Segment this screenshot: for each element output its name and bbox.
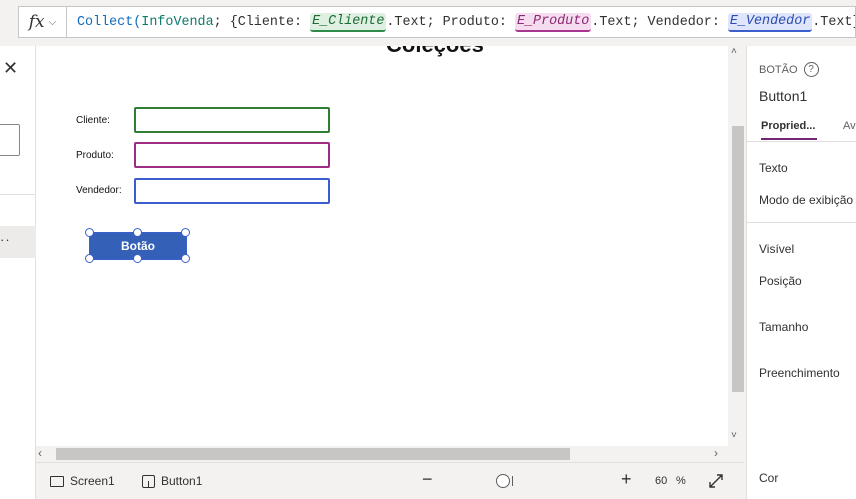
divider [0,194,36,195]
label-produto[interactable]: Produto: [76,150,114,161]
resize-handle-se[interactable] [181,254,190,263]
formula-token-text: .Text}) [812,14,855,30]
formula-token-text: .Text; Produto: [386,14,515,30]
formula-token-function: Collect( [77,14,142,30]
divider [747,222,856,223]
horizontal-scroll-thumb[interactable] [56,448,570,460]
tree-search-input[interactable] [0,124,20,156]
input-e-produto[interactable] [134,142,330,168]
formula-token-text: .Text; Vendedor: [591,14,728,30]
tab-advanced[interactable]: Ava [843,120,856,132]
scroll-down-icon[interactable]: ˅ [731,430,737,441]
zoom-value[interactable]: 60 [655,475,667,487]
formula-token-control-produto: E_Produto [514,12,592,32]
breadcrumb-screen-label: Screen1 [70,474,115,488]
divider [747,141,856,142]
resize-handle-nw[interactable] [85,228,94,237]
vertical-scroll-thumb[interactable] [732,126,744,392]
input-e-cliente[interactable] [134,107,330,133]
chevron-down-icon: ⌵ [48,16,57,28]
formula-token-text: ; {Cliente: [213,14,311,30]
label-cliente[interactable]: Cliente: [76,115,110,126]
scroll-right-icon[interactable]: › [714,446,718,460]
resize-handle-s[interactable] [133,254,142,263]
zoom-slider-tick [512,476,513,486]
control-name[interactable]: Button1 [759,88,807,104]
button-control-icon [142,474,155,488]
property-posicao: Posição [759,274,802,288]
breadcrumb-control-label: Button1 [161,474,203,488]
properties-panel: BOTÃO ? Button1 Propried... Ava Texto Mo… [746,46,856,499]
more-icon[interactable]: ·· [0,232,11,247]
zoom-in-icon[interactable]: + [621,469,632,490]
breadcrumb-screen[interactable]: Screen1 [50,474,115,488]
canvas-area: Coleções Cliente: Produto: Vendedor: Bot… [36,46,744,462]
property-tamanho: Tamanho [759,320,809,334]
horizontal-scrollbar[interactable]: ‹ › [36,446,728,462]
close-icon[interactable]: ✕ [3,58,18,79]
control-type-header: BOTÃO ? [759,62,819,77]
button1-selection[interactable]: Botão [85,228,190,263]
formula-token-collection: InfoVenda [141,14,214,30]
page-title[interactable]: Coleções [386,46,484,58]
zoom-unit: % [676,475,686,487]
property-cor: Cor [759,471,779,485]
vertical-scrollbar[interactable]: ˄ ˅ [728,46,744,446]
status-bar: Screen1 Button1 − + 60 % [36,462,744,499]
property-visivel: Visível [759,242,795,256]
zoom-slider-thumb[interactable] [496,474,510,488]
help-icon[interactable]: ? [803,62,819,77]
fit-to-window-icon[interactable] [708,473,724,489]
app-screen[interactable]: Coleções Cliente: Produto: Vendedor: Bot… [36,46,728,446]
property-preenchimento: Preenchimento [759,366,840,380]
control-type-label: BOTÃO [759,63,798,76]
formula-token-control-vendedor: E_Vendedor [727,12,813,32]
formula-bar: fx ⌵ Collect( InfoVenda ; {Cliente: E_Cl… [0,0,856,46]
input-e-vendedor[interactable] [134,178,330,204]
screen-icon [50,475,64,487]
fx-dropdown[interactable]: fx ⌵ [18,6,66,38]
formula-token-control-cliente: E_Cliente [310,12,387,32]
label-vendedor[interactable]: Vendedor: [76,185,122,196]
resize-handle-n[interactable] [133,228,142,237]
resize-handle-ne[interactable] [181,228,190,237]
fx-icon: fx [28,12,45,32]
tab-properties[interactable]: Propried... [761,120,815,132]
zoom-out-icon[interactable]: − [422,469,433,490]
property-texto: Texto [759,161,788,175]
scroll-up-icon[interactable]: ˄ [731,46,737,57]
scroll-left-icon[interactable]: ‹ [38,446,42,460]
property-modo-de-exibicao: Modo de exibição [759,193,854,207]
resize-handle-sw[interactable] [85,254,94,263]
app-root: fx ⌵ Collect( InfoVenda ; {Cliente: E_Cl… [0,0,856,499]
left-pane: ✕ ·· [0,46,36,499]
formula-input[interactable]: Collect( InfoVenda ; {Cliente: E_Cliente… [66,6,856,38]
active-tab-indicator [761,138,817,140]
breadcrumb-control[interactable]: Button1 [142,474,202,488]
